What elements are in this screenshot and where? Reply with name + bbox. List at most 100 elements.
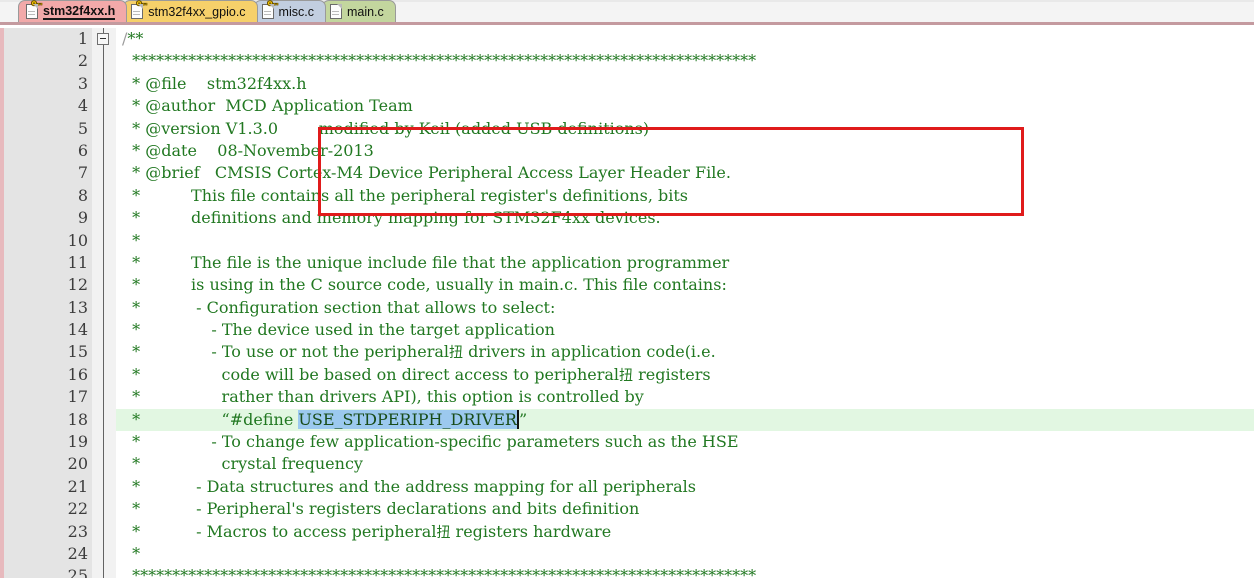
code-editor[interactable]: 1 /** 2 **********************************…: [0, 28, 1254, 578]
fold-guide-line: [103, 520, 104, 543]
fold-column[interactable]: [92, 542, 116, 566]
code-line[interactable]: 13 * - Configuration section that allows…: [4, 296, 1254, 320]
code-text: * - The device used in the target applic…: [122, 320, 555, 340]
code-text: *: [122, 230, 141, 250]
line-number: 24: [4, 542, 92, 566]
fold-column[interactable]: [92, 117, 116, 140]
code-text: * @author MCD Application Team: [122, 96, 413, 116]
code-line[interactable]: 22 * - Peripheral's registers declaratio…: [4, 498, 1254, 521]
line-number: 10: [4, 229, 92, 252]
code-line[interactable]: 21 * - Data structures and the address m…: [4, 475, 1254, 499]
cjk-glyph: 扭: [619, 367, 634, 384]
code-line[interactable]: 20 * crystal frequency: [4, 453, 1254, 476]
code-line[interactable]: 5 * @version V1.3.0 modified by Keil (ad…: [4, 117, 1254, 140]
fold-column[interactable]: [92, 296, 116, 320]
fold-column[interactable]: [92, 251, 116, 275]
code-text: * definitions and memory mapping for STM…: [122, 208, 661, 228]
line-number: 9: [4, 207, 92, 230]
tab-misc-c[interactable]: misc.c: [253, 0, 326, 22]
cjk-glyph: 扭: [449, 345, 463, 362]
code-text: * - To use or not the peripheral扭 driver…: [122, 342, 716, 362]
line-number: 23: [4, 520, 92, 543]
tab-label: stm32f4xx_gpio.c: [148, 4, 246, 19]
code-text: * is using in the C source code, usually…: [122, 275, 727, 295]
fold-column[interactable]: [92, 28, 116, 51]
key-glyph: [266, 0, 278, 8]
code-line[interactable]: 7 * @brief CMSIS Cortex-M4 Device Periph…: [4, 162, 1254, 185]
code-line[interactable]: 15 * - To use or not the peripheral扭 dri…: [4, 341, 1254, 364]
line-number: 1: [4, 28, 92, 51]
code-line[interactable]: 6 * @date 08-November-2013: [4, 139, 1254, 163]
fold-column[interactable]: [92, 274, 116, 297]
fold-column[interactable]: [92, 95, 116, 118]
fold-guide-line: [103, 363, 104, 387]
code-line[interactable]: 1 /**: [4, 28, 1254, 51]
code-line[interactable]: 2 **************************************…: [4, 50, 1254, 73]
fold-guide-line: [103, 162, 104, 185]
code-line[interactable]: 12 * is using in the C source code, usua…: [4, 274, 1254, 297]
editor-window: stm32f4xx.h stm32f4xx_gpio.c misc.c main…: [0, 0, 1254, 578]
code-line[interactable]: 23 * - Macros to access peripheral扭 regi…: [4, 520, 1254, 543]
line-number: 14: [4, 319, 92, 342]
fold-guide-line: [103, 117, 104, 140]
tab-main-c[interactable]: main.c: [321, 0, 396, 22]
fold-column[interactable]: [92, 162, 116, 185]
code-area[interactable]: 1 /** 2 **********************************…: [4, 28, 1254, 578]
code-text: * rather than drivers API), this option …: [122, 387, 644, 407]
document-key-icon: [131, 0, 148, 19]
line-number: 6: [4, 139, 92, 163]
code-line[interactable]: 4 * @author MCD Application Team: [4, 95, 1254, 118]
code-line[interactable]: 17 * rather than drivers API), this opti…: [4, 386, 1254, 409]
code-line[interactable]: 24 *: [4, 542, 1254, 566]
line-number: 2: [4, 50, 92, 73]
fold-column[interactable]: [92, 139, 116, 163]
code-line[interactable]: 11 * The file is the unique include file…: [4, 251, 1254, 275]
tab-stm32f4xx-gpio-c[interactable]: stm32f4xx_gpio.c: [123, 0, 258, 22]
fold-column[interactable]: [92, 319, 116, 342]
code-text: * - Data structures and the address mapp…: [122, 476, 696, 496]
cjk-glyph: 扭: [436, 524, 451, 541]
line-number: 4: [4, 95, 92, 118]
fold-column[interactable]: [92, 341, 116, 364]
key-glyph: [136, 0, 148, 8]
comment-slash: /: [122, 29, 128, 48]
code-text: * - Peripheral's registers declarations …: [122, 499, 640, 519]
code-line[interactable]: 18 * “#define USE_STDPERIPH_DRIVER”: [4, 408, 1254, 432]
code-line[interactable]: 9 * definitions and memory mapping for S…: [4, 207, 1254, 230]
tab-label: main.c: [346, 4, 384, 19]
code-line[interactable]: 10 *: [4, 229, 1254, 252]
tab-stm32f4xx-h[interactable]: stm32f4xx.h: [18, 0, 128, 22]
code-line[interactable]: 3 * @file stm32f4xx.h: [4, 72, 1254, 96]
fold-collapse-icon[interactable]: [97, 33, 109, 45]
code-line[interactable]: 8 * This file contains all the periphera…: [4, 184, 1254, 208]
fold-guide-line: [103, 95, 104, 118]
fold-column[interactable]: [92, 207, 116, 230]
document-icon: [329, 4, 342, 19]
fold-column[interactable]: [92, 498, 116, 521]
code-line[interactable]: 16 * code will be based on direct access…: [4, 363, 1254, 387]
fold-column[interactable]: [92, 72, 116, 96]
fold-column[interactable]: [92, 363, 116, 387]
code-line[interactable]: 14 * - The device used in the target app…: [4, 319, 1254, 342]
fold-column[interactable]: [92, 520, 116, 543]
fold-column[interactable]: [92, 229, 116, 252]
fold-column[interactable]: [92, 453, 116, 476]
line-number: 3: [4, 72, 92, 96]
fold-column[interactable]: [92, 184, 116, 208]
fold-column[interactable]: [92, 475, 116, 499]
code-line[interactable]: 19 * - To change few application-specifi…: [4, 431, 1254, 454]
fold-guide-line: [103, 251, 104, 275]
code-text: /**: [122, 29, 144, 48]
fold-column[interactable]: [92, 431, 116, 454]
tab-label: misc.c: [278, 4, 314, 19]
code-line[interactable]: 25 *************************************…: [4, 565, 1254, 578]
fold-column[interactable]: [92, 565, 116, 578]
line-number: 25: [4, 565, 92, 578]
line-number: 7: [4, 162, 92, 185]
fold-column[interactable]: [92, 408, 116, 432]
line-number: 12: [4, 274, 92, 297]
fold-column[interactable]: [92, 50, 116, 73]
line-number: 8: [4, 184, 92, 208]
fold-guide-line: [103, 498, 104, 521]
fold-column[interactable]: [92, 386, 116, 409]
